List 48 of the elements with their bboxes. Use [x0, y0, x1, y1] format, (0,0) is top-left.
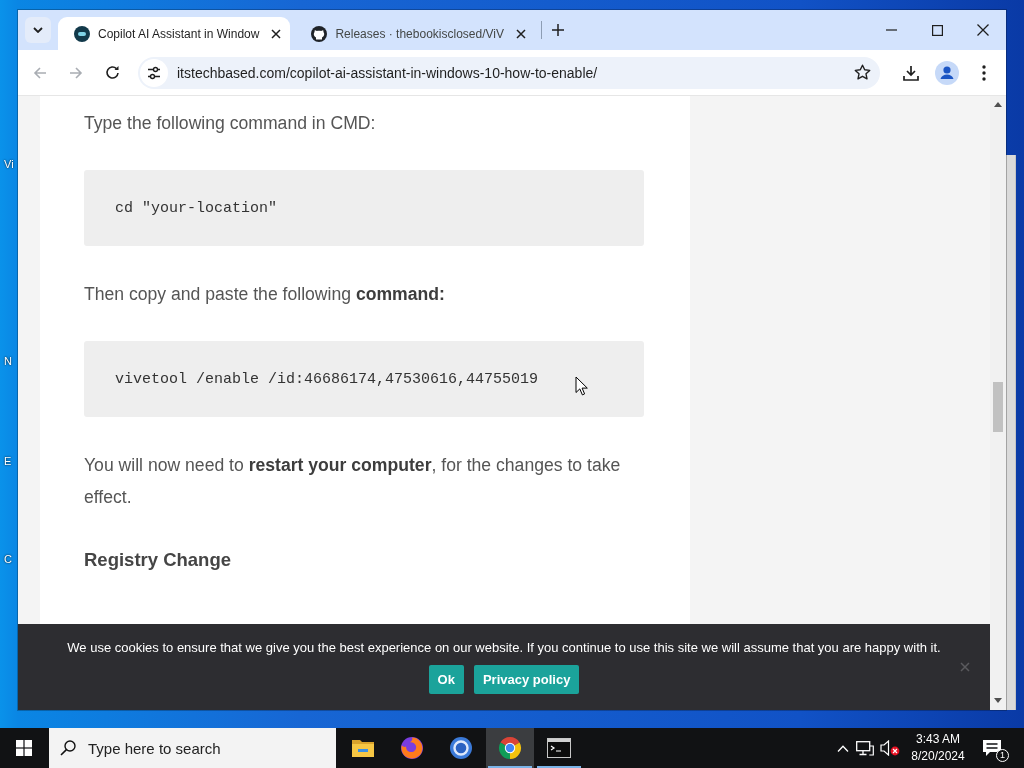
muted-speaker-icon[interactable] — [880, 740, 900, 756]
reload-icon[interactable] — [104, 65, 120, 80]
browser-tab[interactable]: Copilot AI Assistant in Window — [58, 17, 291, 50]
taskbar-app-button[interactable] — [486, 728, 534, 768]
search-icon — [60, 740, 76, 756]
tab-search-button[interactable] — [25, 17, 51, 43]
scroll-down-icon[interactable] — [994, 698, 1002, 703]
new-tab-icon[interactable] — [551, 24, 564, 36]
caret-up-icon[interactable] — [837, 744, 849, 752]
bookmark-star-icon[interactable] — [854, 64, 871, 81]
ring-logo-icon — [449, 736, 473, 760]
close-icon[interactable] — [515, 28, 526, 39]
code-block: cd "your-location" — [84, 170, 644, 246]
section-heading: Registry Change — [84, 548, 232, 572]
search-field[interactable]: Type here to search — [49, 728, 336, 768]
article-paragraph: Type the following command in CMD: — [84, 112, 377, 135]
notification-count: 1 — [996, 749, 1009, 762]
code-block: vivetool /enable /id:46686174,47530616,44755019 — [84, 341, 644, 417]
address-bar[interactable]: itstechbased.com/copilot-ai-assistant-in-windows-10-how-to-enable/ — [138, 56, 880, 89]
cookie-message: We use cookies to ensure that we give you the best experience on our website. If you continue to use this site we will assume that you are happy with it. — [67, 639, 941, 657]
scrollbar-thumb[interactable] — [993, 382, 1003, 432]
clock-time[interactable]: 3:43 AM — [916, 731, 960, 748]
cat-logo-icon — [311, 25, 328, 42]
menu-icon[interactable] — [982, 64, 986, 81]
fox-logo-icon — [400, 736, 424, 760]
mouse-pointer-icon — [575, 376, 588, 396]
wheel-logo-icon — [498, 736, 522, 760]
caret-down-icon — [33, 27, 43, 33]
network-icon[interactable] — [856, 740, 874, 756]
minimize-icon[interactable] — [885, 29, 897, 31]
close-icon[interactable] — [977, 24, 989, 36]
maximize-icon[interactable] — [931, 24, 943, 36]
article-paragraph: You will now need to restart your computer, for the changes to take effect. — [84, 454, 622, 509]
article-paragraph: Then copy and paste the following command: — [84, 283, 446, 306]
profile-avatar-icon[interactable] — [935, 60, 959, 85]
site-settings-icon[interactable] — [140, 58, 168, 87]
desktop-icon-label[interactable]: N — [4, 355, 12, 368]
start-icon[interactable] — [16, 740, 32, 756]
notification-icon[interactable] — [982, 739, 1002, 757]
clock-date[interactable]: 8/20/2024 — [911, 748, 965, 765]
site-logo-icon — [74, 25, 90, 42]
desktop-icon-label[interactable]: Vi — [4, 158, 14, 171]
terminal-icon — [547, 738, 571, 758]
close-icon[interactable] — [271, 28, 282, 39]
browser-tab[interactable]: Releases · thebookisclosed/ViV — [295, 17, 535, 50]
scroll-up-icon[interactable] — [994, 102, 1002, 107]
download-icon[interactable] — [903, 64, 919, 81]
folder-icon — [351, 738, 375, 758]
